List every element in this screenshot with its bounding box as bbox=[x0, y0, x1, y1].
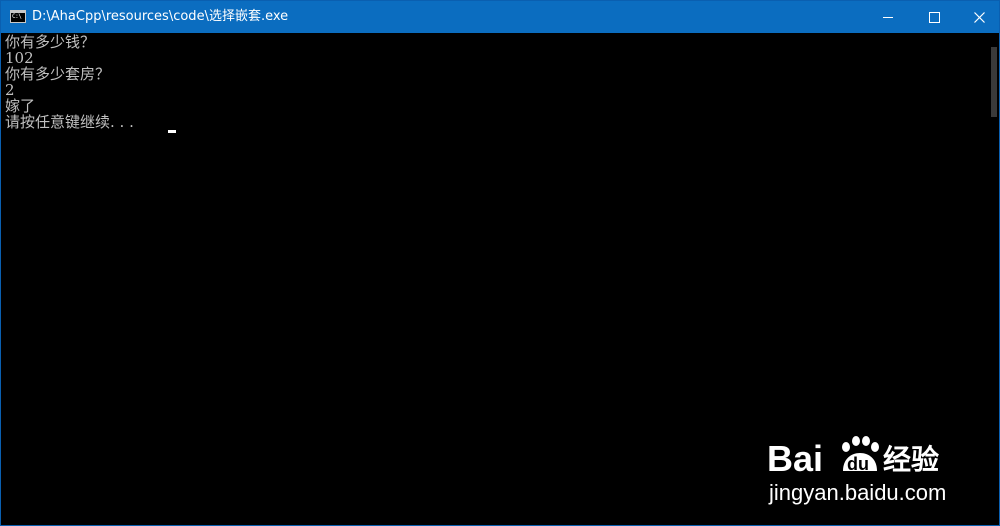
app-icon-text: C:\ bbox=[12, 13, 22, 20]
maximize-button[interactable] bbox=[911, 1, 957, 33]
vertical-scrollbar[interactable] bbox=[989, 33, 999, 525]
console-line: 102 bbox=[5, 49, 34, 67]
maximize-icon bbox=[928, 11, 940, 23]
window-title: D:\AhaCpp\resources\code\选择嵌套.exe bbox=[32, 9, 289, 24]
console-line: 2 bbox=[5, 81, 15, 99]
close-icon bbox=[973, 11, 985, 23]
close-button[interactable] bbox=[956, 1, 1000, 33]
minimize-button[interactable] bbox=[865, 1, 911, 33]
console-line: 嫁了 bbox=[5, 97, 36, 115]
console-line: 你有多少钱？ bbox=[5, 33, 96, 51]
scrollbar-thumb[interactable] bbox=[991, 47, 997, 117]
text-cursor bbox=[168, 130, 176, 133]
console-output[interactable]: 你有多少钱？ 102 你有多少套房？ 2 嫁了 请按任意键继续. . . bbox=[1, 33, 989, 525]
console-window: C:\ D:\AhaCpp\resources\code\选择嵌套.exe 你有… bbox=[0, 0, 1000, 526]
title-bar[interactable]: C:\ D:\AhaCpp\resources\code\选择嵌套.exe bbox=[1, 1, 999, 33]
console-app-icon: C:\ bbox=[10, 10, 26, 23]
console-line: 你有多少套房？ bbox=[5, 65, 111, 83]
minimize-icon bbox=[883, 16, 893, 18]
console-line: 请按任意键继续. . . bbox=[5, 113, 134, 131]
